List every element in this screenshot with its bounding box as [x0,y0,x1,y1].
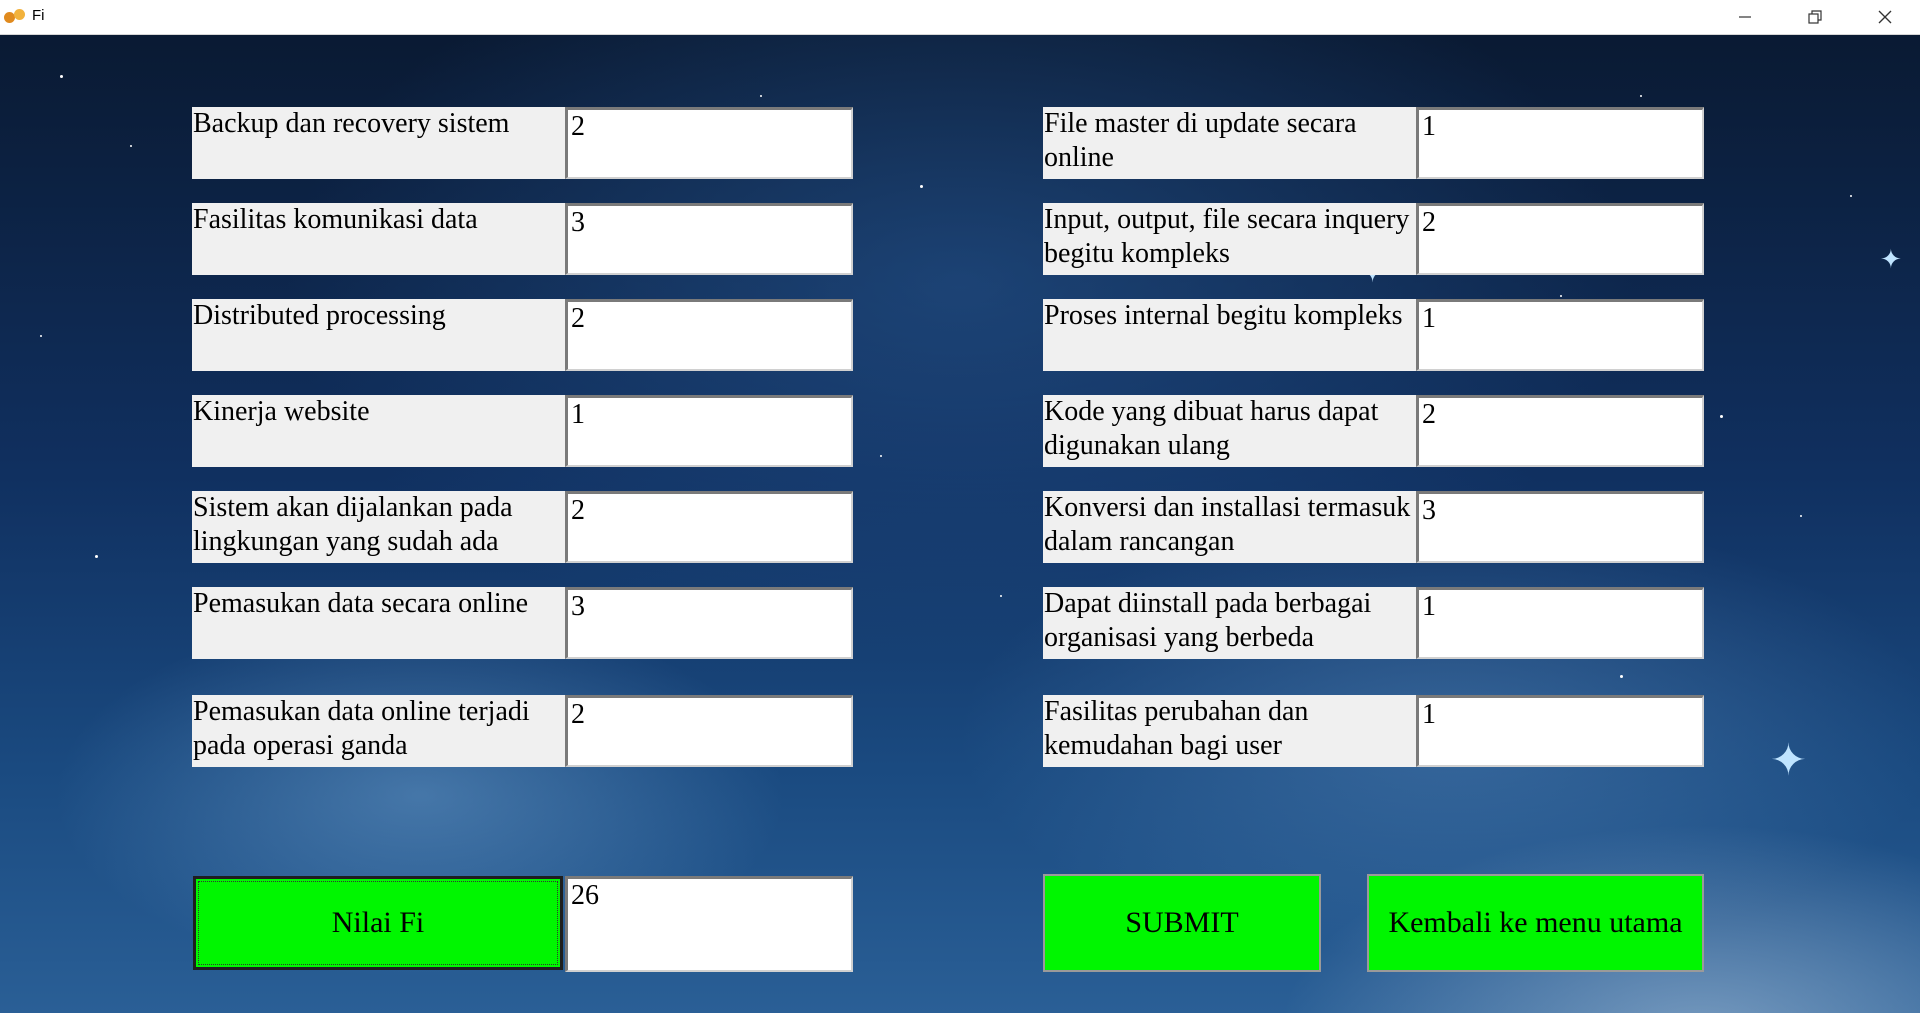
field-label: Pemasukan data online terjadi pada opera… [192,695,566,767]
submit-button[interactable]: SUBMIT [1043,874,1321,972]
window-title: Fi [32,7,45,24]
field-label: Dapat diinstall pada berbagai organisasi… [1043,587,1417,659]
field-input[interactable]: 3 [1416,491,1704,563]
field-label: Proses internal begitu kompleks [1043,299,1417,371]
field-label: Fasilitas komunikasi data [192,203,566,275]
field-input[interactable]: 2 [565,299,853,371]
field-input[interactable]: 2 [565,491,853,563]
sparkle-icon: ✦ [1880,245,1902,275]
sparkle-icon: ✦ [1770,735,1807,786]
field-input[interactable]: 3 [565,587,853,659]
field-input[interactable]: 1 [565,395,853,467]
field-input[interactable]: 2 [565,107,853,179]
field-input[interactable]: 1 [1416,299,1704,371]
field-input[interactable]: 1 [1416,107,1704,179]
field-input[interactable]: 2 [565,695,853,767]
restore-icon[interactable] [1780,0,1850,34]
title-bar: Fi [0,0,1920,35]
close-icon[interactable] [1850,0,1920,34]
field-label: Pemasukan data secara online [192,587,566,659]
field-label: Kode yang dibuat harus dapat digunakan u… [1043,395,1417,467]
field-label: Distributed processing [192,299,566,371]
field-label: Backup dan recovery sistem [192,107,566,179]
minimize-icon[interactable] [1710,0,1780,34]
field-input[interactable]: 1 [1416,695,1704,767]
back-to-main-menu-button[interactable]: Kembali ke menu utama [1367,874,1704,972]
field-input[interactable]: 1 [1416,587,1704,659]
nilai-fi-result[interactable]: 26 [565,876,853,972]
field-label: Fasilitas perubahan dan kemudahan bagi u… [1043,695,1417,767]
nilai-fi-button[interactable]: Nilai Fi [193,876,563,970]
field-label: Konversi dan installasi termasuk dalam r… [1043,491,1417,563]
app-logo-icon [4,8,26,26]
field-label: Sistem akan dijalankan pada lingkungan y… [192,491,566,563]
field-label: Input, output, file secara inquery begit… [1043,203,1417,275]
field-label: File master di update secara online [1043,107,1417,179]
field-input[interactable]: 2 [1416,395,1704,467]
field-input[interactable]: 3 [565,203,853,275]
field-label: Kinerja website [192,395,566,467]
field-input[interactable]: 2 [1416,203,1704,275]
